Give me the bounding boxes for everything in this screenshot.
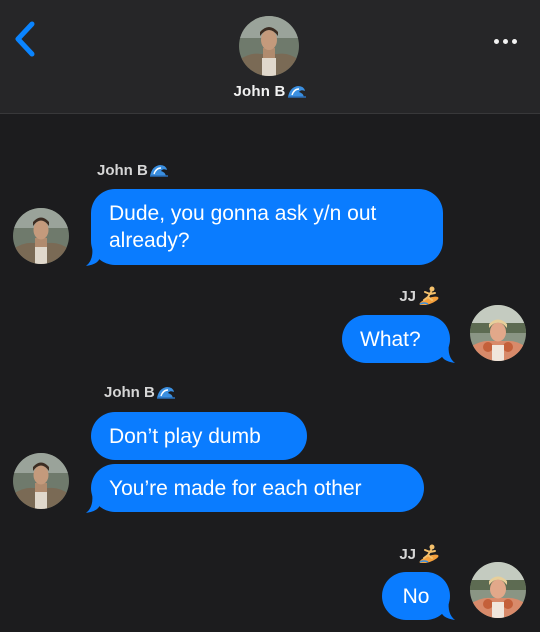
- wave-emoji-icon: [149, 165, 168, 177]
- message-text: No: [402, 585, 430, 608]
- avatar-jj[interactable]: [470, 305, 526, 361]
- surfer-emoji-icon: [419, 544, 439, 563]
- avatar-jj[interactable]: [470, 562, 526, 618]
- avatar-john-b[interactable]: [13, 208, 69, 264]
- message-text: What?: [360, 328, 421, 351]
- sender-name: JJ: [399, 288, 416, 305]
- bubble-tail: [441, 600, 455, 620]
- avatar-photo-jj: [470, 562, 526, 618]
- message-text: Don’t play dumb: [109, 425, 261, 448]
- message-bubble-incoming[interactable]: Dude, you gonna ask y/n out already?: [91, 189, 443, 265]
- ellipsis-icon-dot: [512, 38, 517, 44]
- contact-name[interactable]: John B: [0, 83, 540, 100]
- message-bubble-incoming[interactable]: Don’t play dumb: [91, 412, 307, 460]
- sender-name: JJ: [399, 546, 416, 563]
- avatar-photo-john-b: [13, 208, 69, 264]
- wave-emoji-icon: [287, 86, 306, 98]
- sender-name: John B: [97, 162, 148, 179]
- avatar-photo-john-b: [239, 16, 299, 76]
- chevron-left-icon: [15, 21, 35, 57]
- back-button[interactable]: [12, 20, 38, 58]
- sender-name: John B: [104, 384, 155, 401]
- avatar-photo-john-b: [13, 453, 69, 509]
- chat-screen: John B John B Dude, you gonna ask y/n ou…: [0, 0, 540, 632]
- message-bubble-outgoing[interactable]: What?: [342, 315, 450, 363]
- contact-avatar[interactable]: [239, 16, 299, 76]
- sender-label-john-b: John B: [104, 384, 176, 401]
- message-text: You’re made for each other: [109, 477, 362, 500]
- sender-label-john-b: John B: [97, 162, 169, 179]
- avatar-photo-jj: [470, 305, 526, 361]
- sender-label-jj: JJ: [340, 543, 440, 563]
- wave-emoji-icon: [156, 387, 175, 399]
- ellipsis-icon-dot: [503, 38, 508, 44]
- message-bubble-incoming[interactable]: You’re made for each other: [91, 464, 424, 512]
- more-options-button[interactable]: [494, 36, 520, 46]
- avatar-john-b[interactable]: [13, 453, 69, 509]
- chat-header: John B: [0, 0, 540, 114]
- contact-name-text: John B: [233, 83, 286, 100]
- sender-label-jj: JJ: [340, 285, 440, 305]
- surfer-emoji-icon: [419, 286, 439, 305]
- message-text: Dude, you gonna ask y/n out already?: [109, 202, 377, 252]
- bubble-tail: [441, 343, 455, 363]
- ellipsis-icon-dot: [494, 38, 499, 44]
